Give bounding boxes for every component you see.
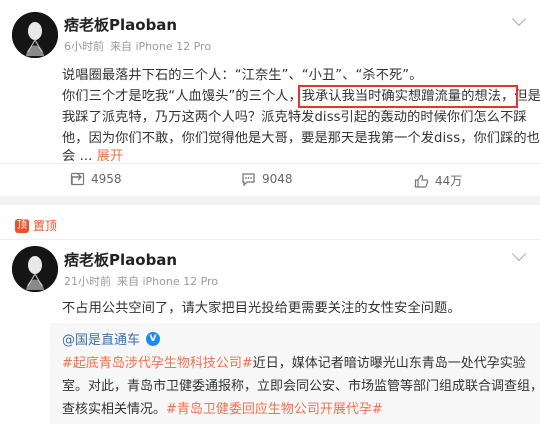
- divider: [0, 239, 540, 240]
- hashtag-link[interactable]: #青岛卫健委回应生物公司开展代孕#: [166, 402, 383, 417]
- reposted-content[interactable]: @国是直通车 V #起底青岛涉代孕生物科技公司#近日，媒体记者暗访曝光山东青岛一…: [50, 323, 540, 424]
- post-source: 来自 iPhone 12 Pro: [117, 275, 219, 288]
- post-text-line-2: 你们三个才是吃我“人血馒头”的三个人，我承认我当时确实想蹭流量的想法，但是: [62, 85, 540, 108]
- post-source: 来自 iPhone 12 Pro: [110, 40, 212, 53]
- post-text-line-3: 我踩了派克特，乃万这两个人吗？派克特发diss引起的轰动的时候你们怎么不踩: [62, 110, 527, 125]
- verified-badge-icon: V: [146, 331, 161, 346]
- post-text-line-1: 说唱圈最落井下石的三个人：“江奈生”、“小丑”、“杀不死”。: [62, 68, 423, 83]
- expand-link[interactable]: 展开: [97, 149, 124, 164]
- chevron-down-icon[interactable]: [511, 11, 527, 27]
- highlighted-text: 我承认我当时确实想蹭流量的想法，: [297, 85, 519, 108]
- like-count: 44万: [435, 174, 463, 188]
- post-text-segment: 会 ...: [62, 149, 93, 164]
- post-text-segment: 但是: [514, 89, 540, 104]
- repost-author[interactable]: @国是直通车 V: [62, 329, 161, 348]
- comment-button[interactable]: 9048: [241, 172, 293, 186]
- post-text-segment: 你们三个才是吃我“人血馒头”的三个人，: [62, 89, 302, 104]
- repost-text-line-3: 查核实相关情况。#青岛卫健委回应生物公司开展代孕#: [62, 398, 383, 417]
- hashtag-link[interactable]: #起底青岛涉代孕生物科技公司#: [62, 356, 253, 371]
- post-meta: 6小时前 来自 iPhone 12 Pro: [64, 38, 211, 54]
- author-name[interactable]: 痞老板Plaoban: [64, 249, 177, 270]
- author-avatar[interactable]: [12, 246, 58, 292]
- repost-text-line-2: 室。对此，青岛市卫健委通报称，立即会同公安、市场监管等部门组成联合调查组，调: [62, 379, 540, 394]
- author-name[interactable]: 痞老板Plaoban: [64, 14, 177, 35]
- comment-icon: [242, 173, 255, 186]
- post-time: 21小时前: [64, 275, 111, 288]
- post-text-line-4: 他，因为你们不敢，你们觉得他是大哥，要是那天是我第一个发diss，你们踩的也: [62, 131, 540, 146]
- thumbs-up-icon: [414, 174, 429, 188]
- pin-icon: 顶: [15, 218, 29, 233]
- pinned-indicator: 顶 置顶: [15, 217, 57, 234]
- pinned-label: 置顶: [33, 219, 58, 233]
- weibo-post-2: 顶 置顶 痞老板Plaoban 21小时前 来自 iPhone 12 Pro 不占…: [0, 205, 540, 424]
- like-button[interactable]: 44万: [414, 172, 462, 189]
- repost-text-line-1: #起底青岛涉代孕生物科技公司#近日，媒体记者暗访曝光山东青岛一处代孕实验: [62, 352, 526, 371]
- author-avatar[interactable]: [12, 12, 58, 58]
- post-actions-bar: 4958 9048 44万: [0, 163, 540, 196]
- post-text: 不占用公共空间了，请大家把目光投给更需要关注的女性安全问题。: [62, 301, 461, 316]
- weibo-post-1: 痞老板Plaoban 6小时前 来自 iPhone 12 Pro 说唱圈最落井下石…: [0, 0, 540, 196]
- repost-author-name[interactable]: @国是直通车: [62, 329, 140, 348]
- repost-count: 4958: [91, 172, 122, 186]
- repost-button[interactable]: 4958: [70, 172, 122, 186]
- post-time: 6小时前: [64, 40, 104, 53]
- post-text-line-5: 会 ... 展开: [62, 145, 123, 164]
- chevron-down-icon[interactable]: [511, 246, 527, 262]
- post-meta: 21小时前 来自 iPhone 12 Pro: [64, 273, 218, 289]
- repost-text-segment: 查核实相关情况。: [62, 402, 167, 417]
- repost-text-segment: 近日，媒体记者暗访曝光山东青岛一处代孕实验: [252, 356, 526, 371]
- comment-count: 9048: [262, 172, 293, 186]
- repost-icon: [70, 172, 85, 186]
